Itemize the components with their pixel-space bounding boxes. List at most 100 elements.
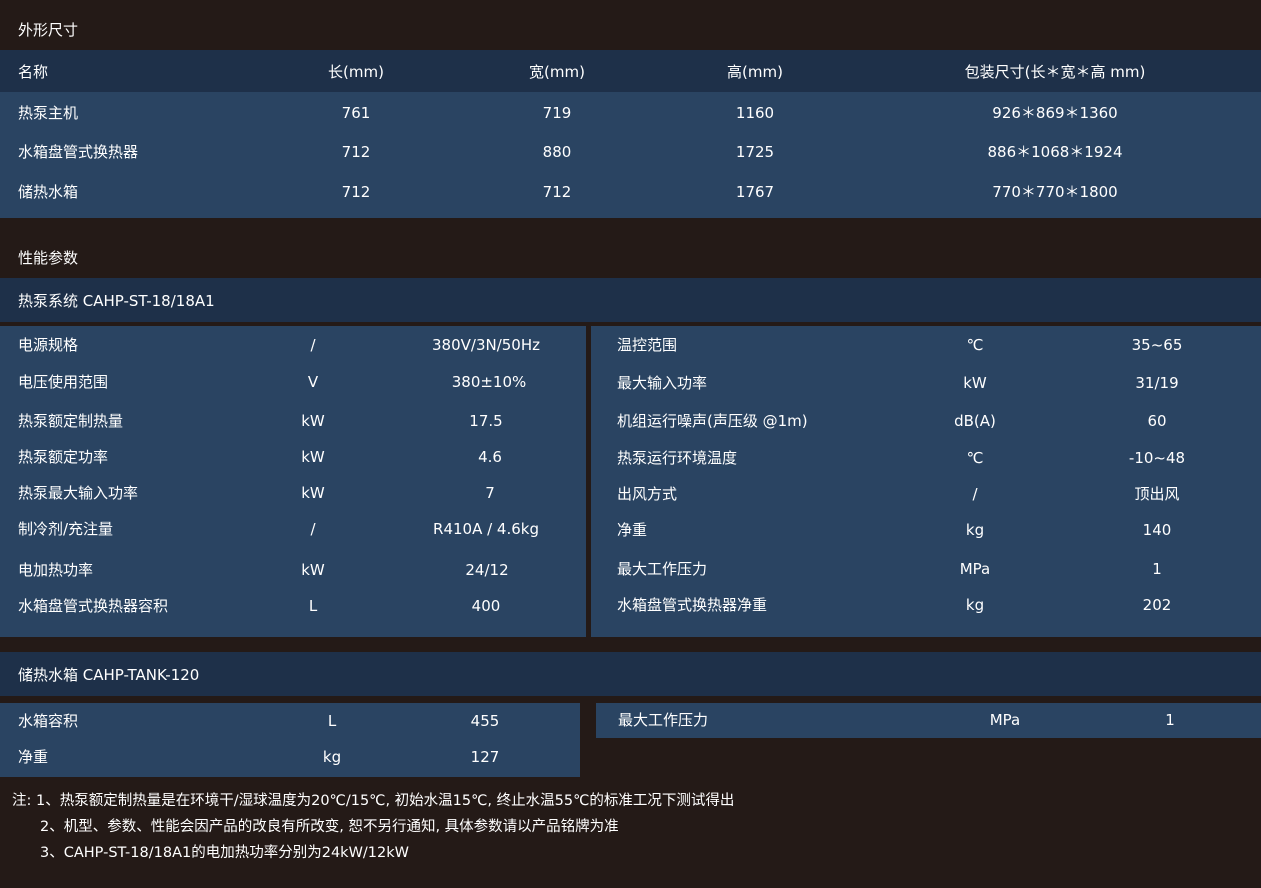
spec-value: 24/12 (465, 561, 509, 579)
spec-unit: kg (322, 748, 342, 766)
spec-unit: kg (965, 521, 985, 539)
spec-unit: / (972, 485, 978, 503)
spec-row: 最大输入功率 kW 31/19 (591, 371, 1261, 395)
spec-unit: kW (301, 561, 325, 579)
header-package: 包装尺寸(长＊宽＊高 mm) (964, 63, 1146, 81)
spec-unit: MPa (989, 711, 1021, 729)
row-width: 719 (542, 104, 572, 122)
spec-label: 温控范围 (617, 336, 678, 354)
spec-unit: kW (963, 374, 987, 392)
spec-unit: / (310, 336, 316, 354)
spec-label: 出风方式 (617, 485, 678, 503)
spec-value: 31/19 (1135, 374, 1179, 392)
spec-row: 热泵额定制热量 kW 17.5 (0, 409, 586, 433)
header-name: 名称 (18, 63, 49, 81)
spec-label: 电加热功率 (18, 561, 94, 579)
spec-unit: kg (965, 596, 985, 614)
spec-value: 127 (470, 748, 500, 766)
performance-title: 性能参数 (18, 249, 79, 267)
header-length: 长(mm) (328, 63, 384, 81)
spec-label: 热泵额定功率 (18, 448, 109, 466)
spec-label: 水箱盘管式换热器净重 (617, 596, 768, 614)
spec-value: 380±10% (451, 373, 527, 391)
spec-row: 电源规格 / 380V/3N/50Hz (0, 333, 586, 357)
spec-unit: L (327, 712, 337, 730)
spec-row: 水箱容积 L 455 (0, 709, 580, 733)
spec-unit: dB(A) (954, 412, 996, 430)
spec-label: 热泵运行环境温度 (617, 449, 738, 467)
spec-label: 净重 (617, 521, 648, 539)
spec-label: 净重 (18, 748, 49, 766)
spec-row: 最大工作压力 MPa 1 (591, 557, 1261, 581)
note-1: 注: 1、热泵额定制热量是在环境干/湿球温度为20℃/15℃, 初始水温15℃,… (12, 793, 735, 809)
spec-label: 制冷剂/充注量 (18, 520, 114, 538)
spec-label: 最大输入功率 (617, 374, 708, 392)
row-name: 储热水箱 (18, 183, 79, 201)
row-height: 1725 (735, 143, 775, 161)
spec-unit: kW (301, 484, 325, 502)
spec-unit: / (310, 520, 316, 538)
dimensions-table: 热泵主机 761 719 1160 926＊869＊1360 水箱盘管式换热器 … (0, 92, 1261, 218)
row-package: 926＊869＊1360 (992, 104, 1118, 122)
spec-value: 455 (470, 712, 500, 730)
header-height: 高(mm) (727, 63, 783, 81)
row-package: 886＊1068＊1924 (987, 143, 1123, 161)
row-name: 水箱盘管式换热器 (18, 143, 139, 161)
heatpump-right-panel: 温控范围 ℃ 35~65 最大输入功率 kW 31/19 机组运行噪声(声压级 … (591, 326, 1261, 637)
spec-value: 4.6 (478, 448, 502, 466)
spec-row: 热泵额定功率 kW 4.6 (0, 445, 586, 469)
heatpump-header: 热泵系统 CAHP-ST-18/18A1 (0, 278, 1261, 322)
heatpump-left-panel: 电源规格 / 380V/3N/50Hz 电压使用范围 V 380±10% 热泵额… (0, 326, 586, 637)
dimensions-header-row: 名称 长(mm) 宽(mm) 高(mm) 包装尺寸(长＊宽＊高 mm) (0, 60, 1261, 84)
spec-unit: V (307, 373, 319, 391)
spec-label: 机组运行噪声(声压级 @1m) (617, 412, 808, 430)
spec-unit: MPa (959, 560, 991, 578)
spec-label: 水箱盘管式换热器容积 (18, 597, 169, 615)
spec-unit: kW (301, 412, 325, 430)
tank-right-panel: 最大工作压力 MPa 1 (596, 703, 1261, 738)
spec-label: 电压使用范围 (18, 373, 109, 391)
spec-label: 热泵最大输入功率 (18, 484, 139, 502)
table-row: 储热水箱 712 712 1767 770＊770＊1800 (0, 180, 1261, 204)
note-2: 2、机型、参数、性能会因产品的改良有所改变, 恕不另行通知, 具体参数请以产品铭… (40, 819, 619, 835)
spec-row: 热泵最大输入功率 kW 7 (0, 481, 586, 505)
row-height: 1160 (735, 104, 775, 122)
row-length: 712 (341, 183, 371, 201)
spec-row: 电加热功率 kW 24/12 (0, 558, 586, 582)
row-length: 712 (341, 143, 371, 161)
spec-row: 净重 kg 140 (591, 518, 1261, 542)
spec-value: 顶出风 (1134, 485, 1180, 503)
spec-label: 电源规格 (18, 336, 79, 354)
spec-value: 7 (485, 484, 495, 502)
header-width: 宽(mm) (529, 63, 585, 81)
dimensions-title: 外形尺寸 (18, 21, 79, 39)
spec-value: 380V/3N/50Hz (431, 336, 541, 354)
spec-row: 温控范围 ℃ 35~65 (591, 333, 1261, 357)
row-package: 770＊770＊1800 (992, 183, 1118, 201)
spec-row: 水箱盘管式换热器净重 kg 202 (591, 593, 1261, 617)
spec-label: 最大工作压力 (618, 711, 709, 729)
spec-row: 制冷剂/充注量 / R410A / 4.6kg (0, 517, 586, 541)
spec-unit: kW (301, 448, 325, 466)
notes: 注: 1、热泵额定制热量是在环境干/湿球温度为20℃/15℃, 初始水温15℃,… (12, 788, 1252, 866)
spec-row: 出风方式 / 顶出风 (591, 482, 1261, 506)
spec-label: 最大工作压力 (617, 560, 708, 578)
tank-header: 储热水箱 CAHP-TANK-120 (0, 652, 1261, 696)
row-width: 712 (542, 183, 572, 201)
spec-row: 机组运行噪声(声压级 @1m) dB(A) 60 (591, 409, 1261, 433)
table-row: 热泵主机 761 719 1160 926＊869＊1360 (0, 101, 1261, 125)
spec-row: 电压使用范围 V 380±10% (0, 370, 586, 394)
spec-value: 1 (1152, 560, 1162, 578)
spec-value: 35~65 (1131, 336, 1183, 354)
spec-value: 1 (1165, 711, 1175, 729)
spec-value: 140 (1142, 521, 1172, 539)
spec-unit: L (308, 597, 318, 615)
row-width: 880 (542, 143, 572, 161)
spec-unit: ℃ (966, 449, 984, 467)
dimensions-header: 名称 长(mm) 宽(mm) 高(mm) 包装尺寸(长＊宽＊高 mm) (0, 50, 1261, 92)
spec-unit: ℃ (966, 336, 984, 354)
tank-left-panel: 水箱容积 L 455 净重 kg 127 (0, 703, 580, 777)
table-row: 水箱盘管式换热器 712 880 1725 886＊1068＊1924 (0, 140, 1261, 164)
row-name: 热泵主机 (18, 104, 79, 122)
row-height: 1767 (735, 183, 775, 201)
